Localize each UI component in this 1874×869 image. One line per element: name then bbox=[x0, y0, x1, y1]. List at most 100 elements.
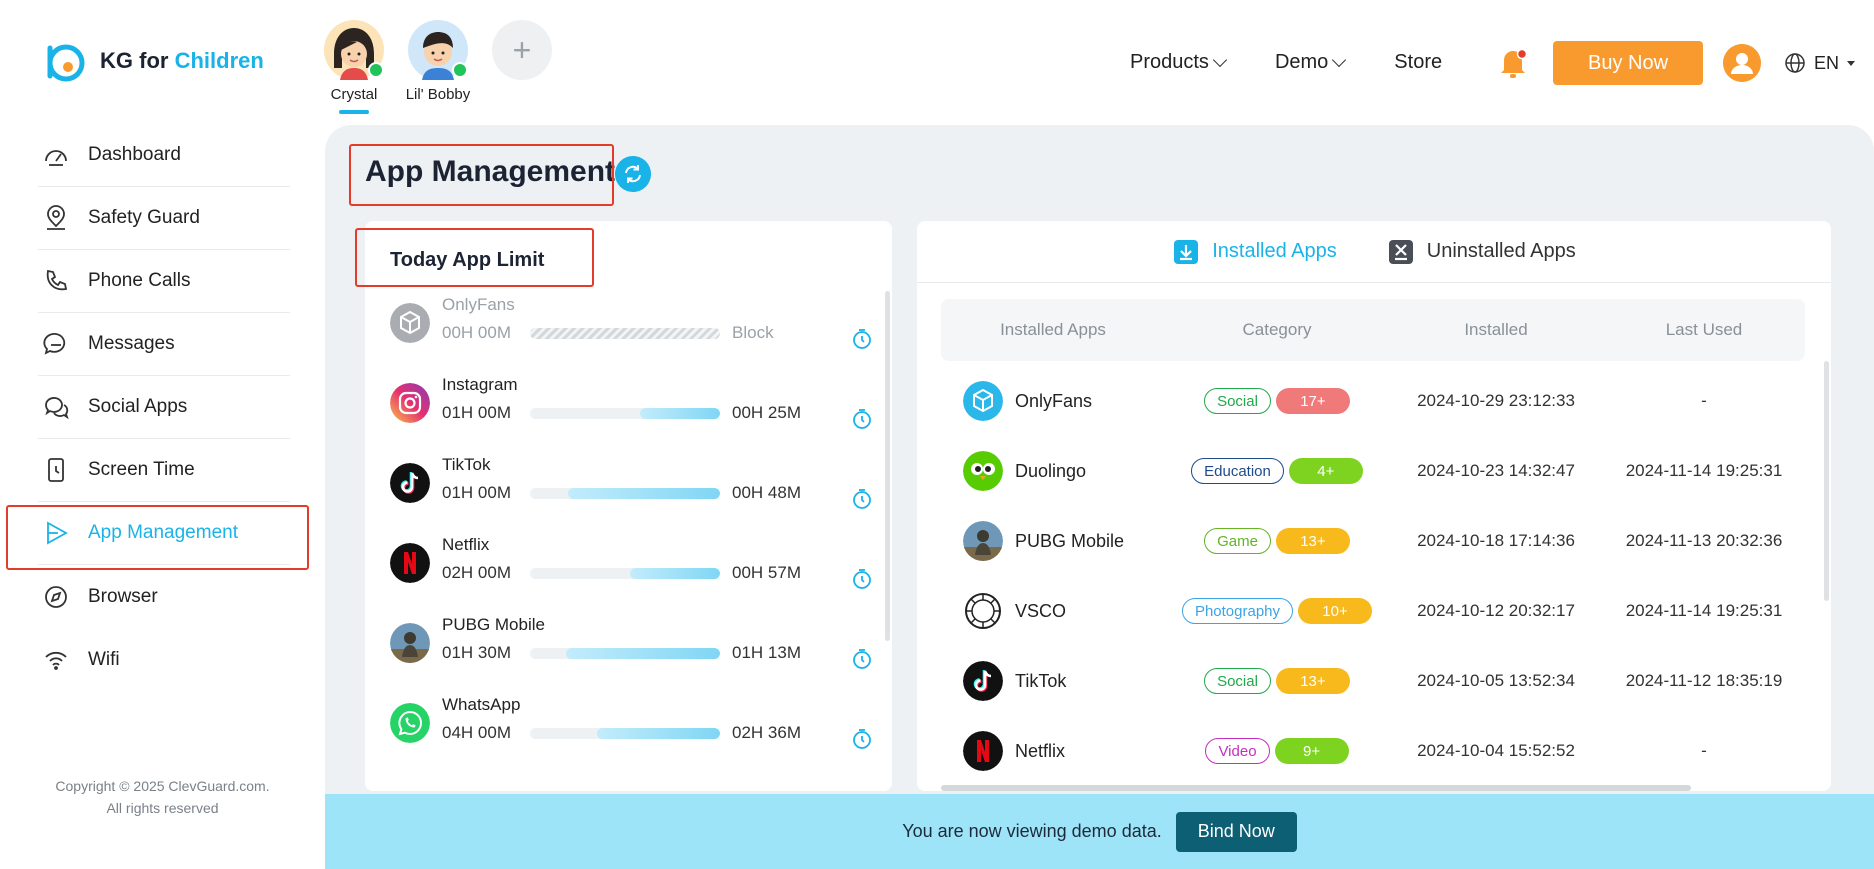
tab-uninstalled-apps[interactable]: Uninstalled Apps bbox=[1387, 238, 1576, 266]
refresh-icon[interactable] bbox=[615, 156, 651, 192]
table-row[interactable]: Duolingo Education 4+ 2024-10-23 14:32:4… bbox=[941, 436, 1805, 506]
installed-date: 2024-10-29 23:12:33 bbox=[1417, 391, 1575, 410]
vertical-scrollbar[interactable] bbox=[885, 291, 890, 641]
whatsapp-app-icon bbox=[390, 703, 430, 743]
last-used-date: - bbox=[1701, 741, 1707, 760]
plus-icon: + bbox=[492, 20, 552, 80]
category-cell: Photography 10+ bbox=[1165, 598, 1389, 624]
nav-demo[interactable]: Demo bbox=[1274, 50, 1347, 74]
table-row[interactable]: Netflix Video 9+ 2024-10-04 15:52:52 - bbox=[941, 716, 1805, 786]
instagram-app-icon bbox=[390, 383, 430, 423]
usage-bar bbox=[530, 648, 720, 659]
sidebar-item-label: Social Apps bbox=[88, 396, 188, 417]
app-cell: VSCO bbox=[941, 591, 1165, 631]
limit-row-netflix[interactable]: Netflix 02H 00M 00H 57M bbox=[390, 533, 871, 613]
app-name: Netflix bbox=[442, 535, 490, 554]
limit-row-whatsapp[interactable]: WhatsApp 04H 00M 02H 36M bbox=[390, 693, 871, 773]
horizontal-scrollbar[interactable] bbox=[941, 785, 1691, 791]
timer-icon[interactable] bbox=[850, 407, 874, 431]
app-cell: TikTok bbox=[941, 661, 1165, 701]
nav-store[interactable]: Store bbox=[1394, 51, 1442, 74]
timer-icon[interactable] bbox=[850, 727, 874, 751]
brand-name-prefix: KG for bbox=[100, 48, 169, 73]
last-used-date: 2024-11-13 20:32:36 bbox=[1625, 531, 1783, 550]
brand-name-accent: Children bbox=[174, 48, 264, 73]
used-value: 00H 57M bbox=[732, 563, 801, 582]
category-tag: Video bbox=[1205, 738, 1270, 764]
app-cell: OnlyFans bbox=[941, 381, 1165, 421]
app-name: Duolingo bbox=[1015, 460, 1087, 481]
chevron-down-icon bbox=[1332, 52, 1347, 67]
app-cell: PUBG Mobile bbox=[941, 521, 1165, 561]
last-used-date: 2024-11-12 18:35:19 bbox=[1625, 671, 1783, 690]
sidebar-item-phone-calls[interactable]: Phone Calls bbox=[38, 250, 290, 313]
sidebar-item-screen-time[interactable]: Screen Time bbox=[38, 439, 290, 502]
vertical-scrollbar[interactable] bbox=[1824, 361, 1829, 601]
limit-row-pubg-mobile[interactable]: PUBG Mobile 01H 30M 01H 13M bbox=[390, 613, 871, 693]
table-row[interactable]: PUBG Mobile Game 13+ 2024-10-18 17:14:36… bbox=[941, 506, 1805, 576]
demo-banner-text: You are now viewing demo data. bbox=[902, 821, 1162, 841]
nav-products[interactable]: Products bbox=[1130, 51, 1228, 74]
usage-fill bbox=[568, 488, 720, 499]
category-cell: Social 17+ bbox=[1165, 388, 1389, 414]
limit-row-tiktok[interactable]: TikTok 01H 00M 00H 48M bbox=[390, 453, 871, 533]
sidebar-item-messages[interactable]: Messages bbox=[38, 313, 290, 376]
sidebar-item-label: Messages bbox=[88, 333, 175, 354]
last-used-date: 2024-11-14 19:25:31 bbox=[1625, 601, 1783, 620]
limit-list: OnlyFans 00H 00M Block Instagram 01H 00M… bbox=[390, 293, 871, 773]
sidebar-item-safety-guard[interactable]: Safety Guard bbox=[38, 187, 290, 250]
netflix-app-icon bbox=[390, 543, 430, 583]
online-status-dot bbox=[452, 62, 468, 78]
column-header-category: Category bbox=[1242, 320, 1312, 339]
child-crystal[interactable]: Crystal bbox=[324, 20, 384, 114]
limit-value: 00H 00M bbox=[442, 323, 511, 342]
limit-row-instagram[interactable]: Instagram 01H 00M 00H 25M bbox=[390, 373, 871, 453]
apps-tabs: Installed Apps Uninstalled Apps bbox=[917, 221, 1831, 283]
compass-icon bbox=[45, 585, 67, 608]
used-value: 02H 36M bbox=[732, 723, 801, 742]
app-cell: Duolingo bbox=[941, 451, 1165, 491]
demo-data-banner: You are now viewing demo data. Bind Now bbox=[325, 794, 1874, 869]
uninstall-icon bbox=[1388, 239, 1413, 264]
child-name: Lil' Bobby bbox=[405, 86, 471, 103]
bind-now-button[interactable]: Bind Now bbox=[1175, 811, 1297, 852]
usage-bar bbox=[530, 728, 720, 739]
chat-bubbles-icon bbox=[45, 397, 69, 420]
limit-value: 01H 00M bbox=[442, 403, 511, 422]
timer-icon[interactable] bbox=[850, 487, 874, 511]
language-selector[interactable]: EN bbox=[1784, 52, 1856, 74]
child-lil-bobby[interactable]: Lil' Bobby bbox=[406, 20, 470, 114]
sidebar-item-wifi[interactable]: Wifi bbox=[38, 628, 290, 691]
limit-value: 02H 00M bbox=[442, 563, 511, 582]
nav-demo-label: Demo bbox=[1274, 50, 1329, 73]
tab-installed-apps[interactable]: Installed Apps bbox=[1172, 238, 1337, 266]
limit-row-onlyfans[interactable]: OnlyFans 00H 00M Block bbox=[390, 293, 871, 373]
usage-bar bbox=[530, 328, 720, 339]
dashboard-icon bbox=[45, 150, 67, 166]
sidebar-item-dashboard[interactable]: Dashboard bbox=[38, 124, 290, 187]
table-row[interactable]: TikTok Social 13+ 2024-10-05 13:52:34 20… bbox=[941, 646, 1805, 716]
top-nav: Products Demo Store bbox=[1130, 38, 1492, 86]
caret-down-icon bbox=[1847, 60, 1856, 66]
timer-icon[interactable] bbox=[850, 567, 874, 591]
selected-indicator bbox=[339, 110, 369, 114]
usage-bar bbox=[530, 488, 720, 499]
app-name: PUBG Mobile bbox=[1015, 530, 1125, 551]
add-child-button[interactable]: + bbox=[492, 20, 552, 114]
table-row[interactable]: OnlyFans Social 17+ 2024-10-29 23:12:33 … bbox=[941, 366, 1805, 436]
download-icon bbox=[1174, 239, 1199, 264]
globe-icon bbox=[1785, 53, 1805, 73]
brand-logo[interactable]: KG for Children bbox=[44, 40, 264, 82]
table-row[interactable]: VSCO Photography 10+ 2024-10-12 20:32:17… bbox=[941, 576, 1805, 646]
user-account-icon[interactable] bbox=[1723, 44, 1761, 82]
timer-icon[interactable] bbox=[850, 327, 874, 351]
highlight-box-sidebar bbox=[6, 505, 309, 570]
sidebar-item-social-apps[interactable]: Social Apps bbox=[38, 376, 290, 439]
bell-icon[interactable] bbox=[1498, 46, 1528, 80]
sidebar-item-browser[interactable]: Browser bbox=[38, 565, 290, 628]
limit-value: 04H 00M bbox=[442, 723, 511, 742]
column-header-installed: Installed bbox=[1464, 320, 1528, 339]
buy-now-button[interactable]: Buy Now bbox=[1553, 41, 1703, 85]
timer-icon[interactable] bbox=[850, 647, 874, 671]
pubg-mobile-app-icon bbox=[963, 521, 1003, 561]
